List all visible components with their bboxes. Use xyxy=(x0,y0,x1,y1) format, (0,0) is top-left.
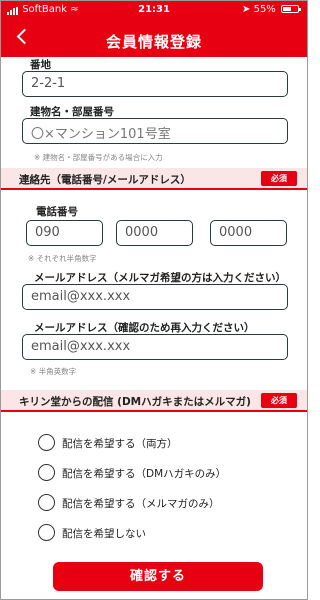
phone-note: ※ それぞれ半角数字 xyxy=(28,254,97,263)
banchi-input[interactable]: 2-2-1 xyxy=(22,71,288,97)
battery-icon xyxy=(281,5,301,13)
contact-section-title: 連絡先（電話番号/メールアドレス） xyxy=(19,174,191,186)
delivery-option-label: 配信を希望しない xyxy=(62,528,146,540)
radio-icon[interactable] xyxy=(38,434,55,451)
phone-label: 電話番号 xyxy=(36,206,78,218)
delivery-option-label: 配信を希望する（DMハガキのみ） xyxy=(62,468,227,480)
required-badge: 必須 xyxy=(261,171,297,186)
email-label: メールアドレス（メルマガ希望の方は入力ください） xyxy=(34,272,286,284)
radio-icon[interactable] xyxy=(38,464,55,481)
email-confirm-input[interactable]: email@xxx.xxx xyxy=(22,334,288,360)
building-note: ※ 建物名・部屋番号がある場合に入力 xyxy=(34,153,163,162)
building-input[interactable]: 〇×マンション101号室 xyxy=(22,118,288,144)
location-icon: ➤ xyxy=(242,4,251,15)
phone-input-3[interactable]: 0000 xyxy=(210,220,287,246)
email-note: ※ 半角英数字 xyxy=(30,367,77,376)
confirm-button[interactable]: 確認する xyxy=(53,562,263,591)
banchi-label: 番地 xyxy=(30,59,51,71)
building-label: 建物名・部屋番号 xyxy=(30,106,114,118)
required-badge: 必須 xyxy=(261,393,297,408)
phone-input-2[interactable]: 0000 xyxy=(116,220,193,246)
battery-percent: 55% xyxy=(253,4,276,15)
email-confirm-label: メールアドレス（確認のため再入力ください） xyxy=(34,322,255,334)
battery-area: ➤ 55% xyxy=(242,4,301,15)
delivery-option-label: 配信を希望する（メルマガのみ） xyxy=(62,498,220,510)
radio-icon[interactable] xyxy=(38,524,55,541)
delivery-section-header: キリン堂からの配信 (DMハガキまたはメルマガ) 必須 xyxy=(1,390,307,412)
page-title: 会員情報登録 xyxy=(105,33,202,51)
delivery-option-label: 配信を希望する（両方） xyxy=(62,438,178,450)
email-input[interactable]: email@xxx.xxx xyxy=(22,284,288,310)
contact-section-header: 連絡先（電話番号/メールアドレス） 必須 xyxy=(1,168,307,190)
phone-input-1[interactable]: 090 xyxy=(26,220,103,246)
app-header: 会員情報登録 xyxy=(1,19,307,57)
delivery-section-title: キリン堂からの配信 (DMハガキまたはメルマガ) xyxy=(19,396,251,408)
radio-icon[interactable] xyxy=(38,494,55,511)
status-bar: SoftBank ≈ 21:31 ➤ 55% xyxy=(1,1,307,19)
